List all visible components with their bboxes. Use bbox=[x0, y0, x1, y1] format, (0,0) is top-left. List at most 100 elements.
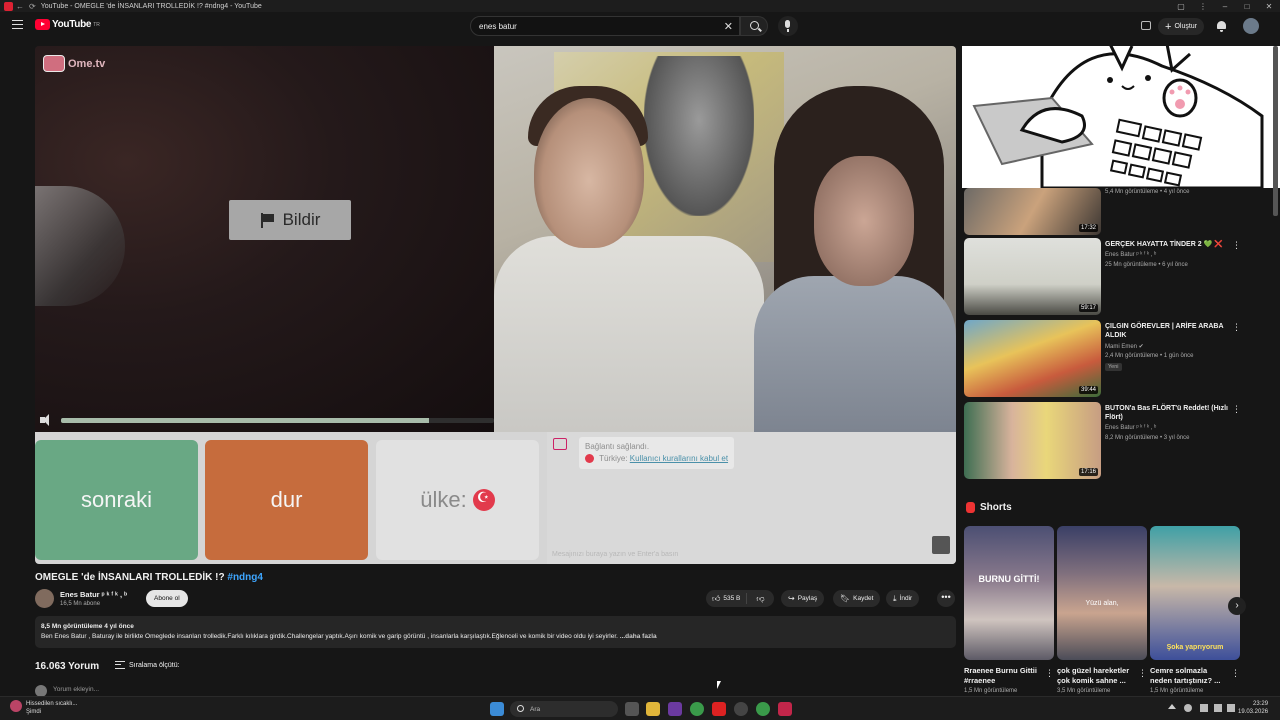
recommendation-more-icon[interactable]: ⋮ bbox=[1232, 240, 1241, 251]
task-view-icon[interactable] bbox=[625, 702, 639, 716]
recommendation-views: 2,4 Mn görüntüleme • 1 gün önce bbox=[1105, 353, 1194, 359]
channel-name[interactable]: Enes Batur ᵖ ᵏ ᶠ ᵏ , ᵇ bbox=[60, 590, 127, 599]
plus-icon: + bbox=[1165, 20, 1172, 33]
short-caption: Şoka yaprıyorum bbox=[1166, 644, 1224, 651]
save-button[interactable]: 🔖︎ Kaydet bbox=[833, 590, 881, 607]
recommendation-channel[interactable]: Enes Batur ᵖ ᵏ ᶠ ᵏ , ᵇ bbox=[1105, 425, 1156, 431]
report-button[interactable]: Bildir bbox=[229, 200, 351, 240]
volume-icon[interactable] bbox=[40, 414, 54, 426]
chat-input[interactable]: Mesajınızı buraya yazın ve Enter'a basın bbox=[552, 551, 678, 558]
app-icon[interactable] bbox=[668, 702, 682, 716]
duration-badge: 17:32 bbox=[1078, 224, 1098, 232]
create-label: Oluştur bbox=[1174, 23, 1197, 30]
chat-logo-icon bbox=[553, 438, 567, 450]
file-explorer-icon[interactable] bbox=[646, 702, 660, 716]
windows-start-icon[interactable] bbox=[490, 702, 504, 716]
create-button[interactable]: + Oluştur bbox=[1158, 18, 1204, 35]
stop-button[interactable]: dur bbox=[205, 440, 368, 560]
like-button[interactable]: 👍︎ 535 B bbox=[706, 593, 748, 604]
flag-icon bbox=[260, 212, 275, 228]
recommendation-more-icon[interactable]: ⋮ bbox=[1232, 322, 1241, 333]
turkey-flag-icon bbox=[472, 489, 495, 511]
cast-icon[interactable] bbox=[1141, 21, 1151, 30]
add-comment-input[interactable]: Yorum ekleyin... bbox=[53, 686, 99, 693]
app-icon[interactable] bbox=[778, 702, 792, 716]
account-avatar[interactable] bbox=[1243, 18, 1259, 34]
recommendation-item[interactable]: 17:16 BUTON'a Bas FLÖRT'ü Reddet! (Hızlı… bbox=[962, 402, 1241, 482]
youtube-favicon-icon bbox=[4, 1, 13, 11]
more-actions-button[interactable]: ••• bbox=[937, 590, 955, 607]
short-title: çok güzel hareketler çok komik sahne ... bbox=[1057, 666, 1130, 685]
network-icon[interactable] bbox=[1200, 704, 1208, 712]
back-icon[interactable]: ← bbox=[16, 2, 24, 11]
recommendation-item[interactable]: 59:17 GERÇEK HAYATTA TİNDER 2 💚 ❌ Enes B… bbox=[962, 238, 1241, 318]
video-hashtag[interactable]: #ndng4 bbox=[227, 572, 263, 583]
short-item[interactable]: Yüzü alan, çok güzel hareketler çok komi… bbox=[1057, 526, 1147, 694]
youtube-app-icon[interactable] bbox=[712, 702, 726, 716]
recommendation-item[interactable]: 39:44 ÇILGIN GÖREVLER | ARİFE ARABA ALDI… bbox=[962, 320, 1241, 400]
recommendation-channel[interactable]: Enes Batur ᵖ ᵏ ᶠ ᵏ , ᵇ bbox=[1105, 252, 1156, 258]
recommendation-thumbnail: 17:32 bbox=[964, 188, 1101, 235]
download-button[interactable]: ⤓ İndir bbox=[886, 590, 920, 607]
tray-chevron-icon[interactable] bbox=[1168, 704, 1176, 709]
volume-tray-icon[interactable] bbox=[1214, 704, 1222, 712]
page-scrollbar[interactable] bbox=[1273, 46, 1278, 216]
recommendation-views: 25 Mn görüntüleme • 6 yıl önce bbox=[1105, 262, 1188, 268]
subscribe-button[interactable]: Abone ol bbox=[146, 590, 188, 607]
share-button[interactable]: ↪ Paylaş bbox=[781, 590, 825, 607]
progress-bar[interactable] bbox=[61, 418, 494, 423]
chat-send-icon[interactable] bbox=[932, 536, 950, 554]
clear-search-icon[interactable]: ✕ bbox=[724, 20, 733, 33]
taskbar-search-icon bbox=[517, 705, 524, 712]
chrome-profile-icon[interactable] bbox=[756, 702, 770, 716]
description-box[interactable]: 8,5 Mn görüntüleme 4 yıl önce Ben Enes B… bbox=[35, 616, 956, 648]
channel-avatar[interactable] bbox=[35, 589, 54, 608]
short-more-icon[interactable]: ⋮ bbox=[1138, 668, 1147, 679]
search-button[interactable] bbox=[740, 16, 768, 36]
taskbar-clock[interactable]: 23:29 19.03.2026 bbox=[1238, 700, 1268, 716]
extensions-icon[interactable]: ▢ bbox=[1170, 2, 1192, 11]
short-more-icon[interactable]: ⋮ bbox=[1045, 668, 1054, 679]
sort-comments-button[interactable]: Sıralama ölçütü: bbox=[115, 661, 180, 669]
country-button[interactable]: ülke: bbox=[376, 440, 539, 560]
youtube-logo[interactable]: YouTube TR bbox=[35, 19, 100, 30]
shorts-next-arrow-icon[interactable]: › bbox=[1228, 597, 1246, 615]
window-titlebar: ← ⟳ YouTube - OMEGLE 'de İNSANLARI TROLL… bbox=[0, 0, 1280, 12]
voice-search-button[interactable] bbox=[778, 16, 798, 36]
search-input[interactable] bbox=[479, 21, 709, 31]
short-item[interactable]: BURNU GİTTİ! Rraenee Burnu Gittii #rraen… bbox=[964, 526, 1054, 694]
reload-icon[interactable]: ⟳ bbox=[29, 2, 36, 11]
short-views: 3,5 Mn görüntüleme bbox=[1057, 688, 1111, 694]
notifications-bell-icon[interactable] bbox=[1216, 20, 1227, 32]
short-views: 1,5 Mn görüntüleme bbox=[964, 688, 1018, 694]
weather-line2: Şimdi bbox=[26, 709, 42, 715]
recommendation-more-icon[interactable]: ⋮ bbox=[1232, 404, 1241, 415]
person-right-hoodie bbox=[754, 276, 956, 432]
hamburger-menu-icon[interactable] bbox=[12, 20, 23, 29]
close-window-icon[interactable]: ✕ bbox=[1258, 2, 1280, 11]
next-button[interactable]: sonraki bbox=[35, 440, 198, 560]
onedrive-icon[interactable] bbox=[1184, 704, 1192, 712]
weather-line1: Hissedilen sıcaklı... bbox=[26, 701, 78, 707]
bongo-cat-overlay bbox=[962, 46, 1280, 188]
show-more-link[interactable]: ...daha fazla bbox=[620, 633, 657, 640]
short-item[interactable]: Şoka yaprıyorum Cemre solmazla neden tar… bbox=[1150, 526, 1240, 694]
maximize-icon[interactable]: □ bbox=[1236, 2, 1258, 11]
kebab-menu-icon[interactable]: ⋮ bbox=[1192, 2, 1214, 11]
dislike-button[interactable]: 👎︎ bbox=[750, 594, 770, 604]
recommendation-channel[interactable]: Mami Emen ✔ bbox=[1105, 343, 1144, 350]
short-more-icon[interactable]: ⋮ bbox=[1231, 668, 1240, 679]
weather-widget[interactable]: Hissedilen sıcaklı... Şimdi bbox=[10, 700, 77, 716]
github-icon[interactable] bbox=[734, 702, 748, 716]
video-player[interactable]: Ome.tv Bildir sonraki dur ülke: ☪ Bağlan… bbox=[35, 46, 956, 564]
poster-statue bbox=[644, 56, 754, 216]
short-views: 1,5 Mn görüntüleme bbox=[1150, 688, 1204, 694]
battery-icon[interactable] bbox=[1227, 704, 1235, 712]
minimize-icon[interactable]: – bbox=[1214, 2, 1236, 11]
chat-country-prefix: Türkiye: bbox=[599, 454, 628, 463]
taskbar-search[interactable]: Ara bbox=[510, 701, 618, 717]
like-dislike-group: 👍︎ 535 B 👎︎ bbox=[706, 590, 774, 607]
chrome-icon[interactable] bbox=[690, 702, 704, 716]
recommendation-title: BUTON'a Bas FLÖRT'ü Reddet! (Hızlı Flört… bbox=[1105, 405, 1228, 421]
chat-rules-link[interactable]: Kullanıcı kurallarını kabul et bbox=[630, 454, 728, 463]
